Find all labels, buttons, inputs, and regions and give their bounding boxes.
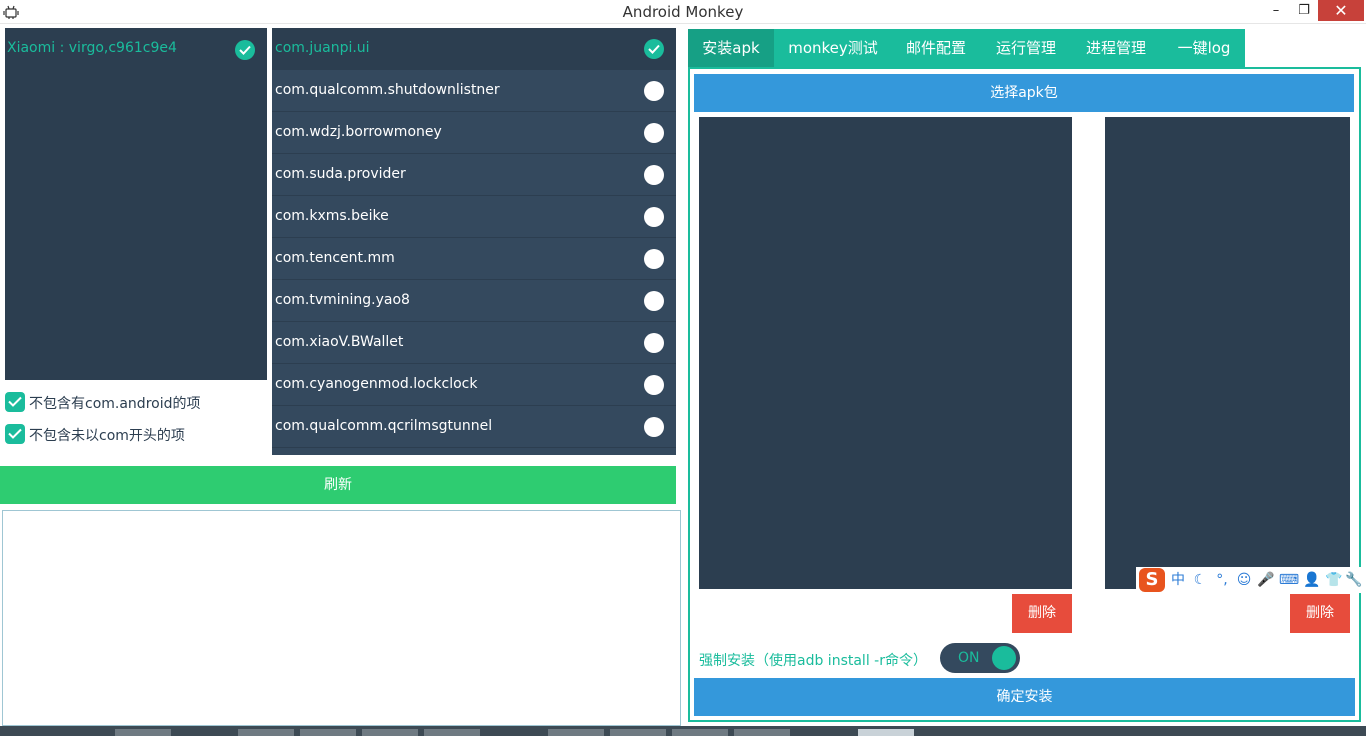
package-item[interactable]: com.qualcomm.qcrilmsgtunnel — [272, 406, 676, 448]
emoji-icon[interactable]: ☺ — [1234, 571, 1254, 589]
taskbar-app-button[interactable] — [548, 729, 604, 736]
window-title: Android Monkey — [622, 3, 744, 21]
apk-list-left[interactable] — [699, 117, 1072, 589]
toggle-state-label: ON — [958, 650, 980, 666]
device-item[interactable]: Xiaomi : virgo,c961c9e4 — [5, 28, 267, 70]
close-button[interactable]: ✕ — [1318, 0, 1364, 21]
chinese-mode-icon[interactable]: 中 — [1168, 571, 1188, 589]
taskbar-app-button[interactable] — [734, 729, 790, 736]
taskbar-app-button[interactable] — [238, 729, 294, 736]
log-output-area[interactable] — [2, 510, 681, 726]
radio-empty-icon[interactable] — [644, 123, 664, 143]
radio-empty-icon[interactable] — [644, 81, 664, 101]
force-install-label: 强制安装（使用adb install -r命令） — [699, 653, 927, 669]
taskbar-app-button[interactable] — [610, 729, 666, 736]
radio-empty-icon[interactable] — [644, 417, 664, 437]
package-item[interactable]: com.cyanogenmod.lockclock — [272, 364, 676, 406]
tab-process-manage[interactable]: 进程管理 — [1074, 29, 1158, 67]
sogou-logo-icon[interactable]: S — [1139, 568, 1165, 592]
taskbar-app-button[interactable] — [424, 729, 480, 736]
package-label: com.juanpi.ui — [275, 40, 370, 56]
refresh-button[interactable]: 刷新 — [0, 466, 676, 504]
checkbox-checked-icon[interactable] — [5, 424, 25, 444]
tab-run-manage[interactable]: 运行管理 — [984, 29, 1068, 67]
tab-mail-config[interactable]: 邮件配置 — [894, 29, 978, 67]
tab-one-key-log[interactable]: 一键log — [1164, 29, 1244, 67]
tab-bar: 安装apk monkey测试 邮件配置 运行管理 进程管理 一键log — [688, 29, 1245, 67]
toggle-knob — [992, 646, 1016, 670]
tab-monkey-test[interactable]: monkey测试 — [778, 29, 888, 67]
package-label: com.xiaoV.BWallet — [275, 334, 404, 350]
select-apk-button[interactable]: 选择apk包 — [694, 74, 1354, 112]
package-item[interactable]: com.xiaoV.BWallet — [272, 322, 676, 364]
radio-empty-icon[interactable] — [644, 375, 664, 395]
device-list: Xiaomi : virgo,c961c9e4 — [5, 28, 267, 380]
package-item[interactable]: com.wdzj.borrowmoney — [272, 112, 676, 154]
minimize-button[interactable]: – — [1265, 0, 1287, 22]
package-item[interactable]: com.juanpi.ui — [272, 28, 676, 70]
package-label: com.tencent.mm — [275, 250, 395, 266]
keyboard-icon[interactable]: ⌨ — [1278, 571, 1300, 589]
package-list: com.juanpi.ui com.qualcomm.shutdownlistn… — [272, 28, 676, 455]
radio-empty-icon[interactable] — [644, 333, 664, 353]
package-label: com.qualcomm.shutdownlistner — [275, 82, 500, 98]
filter-label: 不包含未以com开头的项 — [29, 428, 185, 444]
filter-no-non-com[interactable]: 不包含未以com开头的项 — [5, 423, 225, 445]
taskbar-app-button[interactable] — [362, 729, 418, 736]
check-icon — [644, 39, 664, 59]
delete-left-button[interactable]: 删除 — [1012, 594, 1072, 633]
apk-list-right[interactable] — [1105, 117, 1350, 589]
filter-label: 不包含有com.android的项 — [29, 396, 201, 412]
package-label: com.kxms.beike — [275, 208, 389, 224]
package-item[interactable]: com.qualcomm.shutdownlistner — [272, 70, 676, 112]
tab-install-apk[interactable]: 安装apk — [688, 29, 774, 67]
package-label: com.tvmining.yao8 — [275, 292, 410, 308]
taskbar-app-button[interactable] — [300, 729, 356, 736]
restore-button[interactable]: ❐ — [1292, 0, 1316, 22]
ime-toolbar: S 中 ☾ °, ☺ 🎤 ⌨ 👤 👕 🔧 — [1136, 567, 1366, 593]
radio-empty-icon[interactable] — [644, 165, 664, 185]
moon-icon[interactable]: ☾ — [1190, 571, 1210, 589]
taskbar-app-button[interactable] — [115, 729, 171, 736]
check-icon — [235, 40, 255, 60]
taskbar-app-button[interactable] — [672, 729, 728, 736]
confirm-install-button[interactable]: 确定安装 — [694, 678, 1355, 716]
taskbar-app-button-active[interactable] — [858, 729, 914, 736]
package-item[interactable]: com.kxms.beike — [272, 196, 676, 238]
radio-empty-icon[interactable] — [644, 249, 664, 269]
package-label: com.wdzj.borrowmoney — [275, 124, 442, 140]
package-label: com.suda.provider — [275, 166, 406, 182]
skin-icon[interactable]: 👕 — [1324, 571, 1344, 589]
punctuation-icon[interactable]: °, — [1212, 571, 1232, 589]
filter-no-com-android[interactable]: 不包含有com.android的项 — [5, 391, 225, 413]
wrench-icon[interactable]: 🔧 — [1344, 571, 1364, 589]
radio-empty-icon[interactable] — [644, 207, 664, 227]
package-item[interactable]: com.suda.provider — [272, 154, 676, 196]
package-item[interactable]: com.tvmining.yao8 — [272, 280, 676, 322]
checkbox-checked-icon[interactable] — [5, 392, 25, 412]
user-icon[interactable]: 👤 — [1302, 571, 1322, 589]
package-label: com.qualcomm.qcrilmsgtunnel — [275, 418, 493, 434]
package-item[interactable]: com.tencent.mm — [272, 238, 676, 280]
microphone-icon[interactable]: 🎤 — [1256, 571, 1276, 589]
device-label: Xiaomi : virgo,c961c9e4 — [7, 40, 177, 56]
package-label: com.cyanogenmod.lockclock — [275, 376, 478, 392]
radio-empty-icon[interactable] — [644, 291, 664, 311]
delete-right-button[interactable]: 删除 — [1290, 594, 1350, 633]
force-install-toggle[interactable]: ON — [940, 643, 1020, 673]
